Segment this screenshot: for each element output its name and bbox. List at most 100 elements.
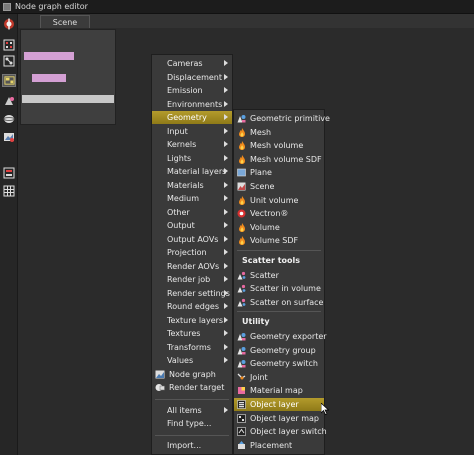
- stack-icon[interactable]: [2, 166, 16, 179]
- menu-item-label: Placement: [250, 440, 293, 450]
- menu-item-find-type[interactable]: Find type...: [152, 417, 232, 430]
- menu-separator: [155, 398, 229, 400]
- menu-item-label: Render target: [169, 383, 225, 392]
- menu-item-label: Geometry group: [250, 345, 316, 355]
- mouse-cursor-icon: [320, 402, 330, 417]
- menu-item-scene[interactable]: Scene: [234, 180, 324, 193]
- menu-item-cameras[interactable]: Cameras: [152, 57, 232, 70]
- menu-item-label: Node graph: [169, 369, 216, 379]
- menu-item-render-settings[interactable]: Render settings: [152, 287, 232, 300]
- menu-item-placement[interactable]: Placement: [234, 439, 324, 452]
- menu-item-label: Material layers: [167, 167, 227, 176]
- menu-item-label: Cameras: [167, 59, 203, 68]
- menu-item-mesh[interactable]: Mesh: [234, 126, 324, 139]
- chevron-right-icon: [224, 73, 228, 80]
- menu-item-geometry[interactable]: Geometry: [152, 111, 232, 124]
- menu-item-all-items[interactable]: All items: [152, 404, 232, 417]
- vectron-icon: [237, 209, 246, 218]
- primitive-icon: [237, 346, 246, 355]
- chevron-right-icon: [224, 141, 228, 147]
- menu-item-lights[interactable]: Lights: [152, 152, 232, 165]
- object-layer-map-icon: [237, 413, 246, 423]
- menu-item-object-layer[interactable]: Object layer: [234, 398, 324, 411]
- menu-item-node-graph[interactable]: Node graph: [152, 368, 232, 381]
- menu-item-medium[interactable]: Medium: [152, 192, 232, 205]
- menu-item-texture-layers[interactable]: Texture layers: [152, 314, 232, 327]
- menu-item-input[interactable]: Input: [152, 125, 232, 138]
- menu-item-label: Displacement: [167, 72, 222, 82]
- menu-item-values[interactable]: Values: [152, 354, 232, 367]
- grid-icon[interactable]: [2, 38, 16, 51]
- flame-icon: [237, 222, 246, 232]
- object-layer-icon: [237, 400, 246, 409]
- menu-item-label: Material map: [250, 386, 303, 396]
- menu-item-materials[interactable]: Materials: [152, 179, 232, 192]
- menu-item-material-map[interactable]: Material map: [234, 384, 324, 397]
- graph-node[interactable]: [32, 74, 66, 82]
- menu-item-geometry-exporter[interactable]: Geometry exporter: [234, 330, 327, 343]
- menu-item-object-layer-map[interactable]: Object layer map: [234, 412, 324, 425]
- menu-item-volume[interactable]: Volume: [234, 221, 324, 234]
- menu-item-other[interactable]: Other: [152, 206, 232, 219]
- menu-item-material-layers[interactable]: Material layers: [152, 165, 232, 178]
- menu-item-mesh-volume-sdf[interactable]: Mesh volume SDF: [234, 153, 324, 166]
- menu-item-label: Projection: [167, 248, 207, 257]
- menu-item-label: Plane: [250, 168, 272, 178]
- menu-item-label: Lights: [167, 153, 192, 163]
- render-target-icon: [155, 383, 166, 392]
- menu-item-label: Scatter on surface: [250, 297, 324, 307]
- menu-item-displacement[interactable]: Displacement: [152, 71, 232, 84]
- menu-item-geometric-primitive[interactable]: Geometric primitive: [234, 112, 330, 125]
- menu-item-label: Other: [167, 207, 190, 217]
- menu-item-label: Texture layers: [167, 315, 224, 325]
- scatter-icon: [237, 284, 246, 293]
- window-icon: [3, 2, 11, 11]
- menu-item-unit-volume[interactable]: Unit volume: [234, 194, 324, 207]
- octane-logo-icon[interactable]: [2, 17, 16, 30]
- layout-icon[interactable]: [2, 74, 16, 87]
- menu-item-geometry-switch[interactable]: Geometry switch: [234, 357, 324, 370]
- title-bar: Node graph editor: [0, 0, 474, 14]
- menu-item-render-aovs[interactable]: Render AOVs: [152, 260, 232, 273]
- menu-item-render-job[interactable]: Render job: [152, 273, 232, 286]
- menu-item-round-edges[interactable]: Round edges: [152, 300, 232, 313]
- left-toolbar: [0, 14, 18, 455]
- menu-item-scatter-on-surface[interactable]: Scatter on surface: [234, 296, 324, 309]
- paint-icon[interactable]: [2, 94, 16, 107]
- geometry-submenu: Geometric primitive Mesh Mesh volume Mesh v…: [233, 109, 330, 455]
- menu-item-scatter[interactable]: Scatter: [234, 269, 324, 282]
- graph-node[interactable]: [22, 95, 114, 103]
- menu-item-render-target[interactable]: Render target: [152, 381, 232, 394]
- graph-node[interactable]: [24, 52, 74, 60]
- menu-item-vectron[interactable]: Vectron®: [234, 207, 324, 220]
- menu-item-object-layer-switch[interactable]: Object layer switch: [234, 425, 327, 438]
- chevron-right-icon: [224, 289, 228, 296]
- menu-item-joint[interactable]: Joint: [234, 371, 324, 384]
- film-icon[interactable]: [2, 130, 16, 143]
- chevron-right-icon: [224, 168, 228, 174]
- menu-item-emission[interactable]: Emission: [152, 84, 232, 97]
- menu-item-scatter-in-volume[interactable]: Scatter in volume: [234, 282, 324, 295]
- menu-item-textures[interactable]: Textures: [152, 327, 232, 340]
- tab-scene[interactable]: Scene: [40, 15, 90, 28]
- menu-item-projection[interactable]: Projection: [152, 246, 232, 259]
- sphere-icon[interactable]: [2, 112, 16, 125]
- chevron-right-icon: [224, 406, 228, 413]
- menu-item-label: Unit volume: [250, 195, 299, 205]
- menu-item-label: Scene: [250, 182, 275, 191]
- menu-item-kernels[interactable]: Kernels: [152, 138, 232, 151]
- menu-item-output-aovs[interactable]: Output AOVs: [152, 233, 232, 246]
- menu-item-geometry-group[interactable]: Geometry group: [234, 344, 324, 357]
- menu-item-mesh-volume[interactable]: Mesh volume: [234, 139, 324, 152]
- menu-item-environments[interactable]: Environments: [152, 98, 232, 111]
- menu-item-label: Round edges: [167, 302, 220, 311]
- menu-item-output[interactable]: Output: [152, 219, 232, 232]
- menu-item-import[interactable]: Import...: [152, 439, 232, 452]
- menu-item-transforms[interactable]: Transforms: [152, 341, 232, 354]
- menu-item-plane[interactable]: Plane: [234, 166, 324, 179]
- menu-item-volume-sdf[interactable]: Volume SDF: [234, 234, 324, 247]
- scene-graph-panel[interactable]: [20, 29, 116, 125]
- nodes-icon[interactable]: [2, 54, 16, 67]
- menu-item-label: Mesh volume: [250, 141, 304, 151]
- table-icon[interactable]: [2, 184, 16, 197]
